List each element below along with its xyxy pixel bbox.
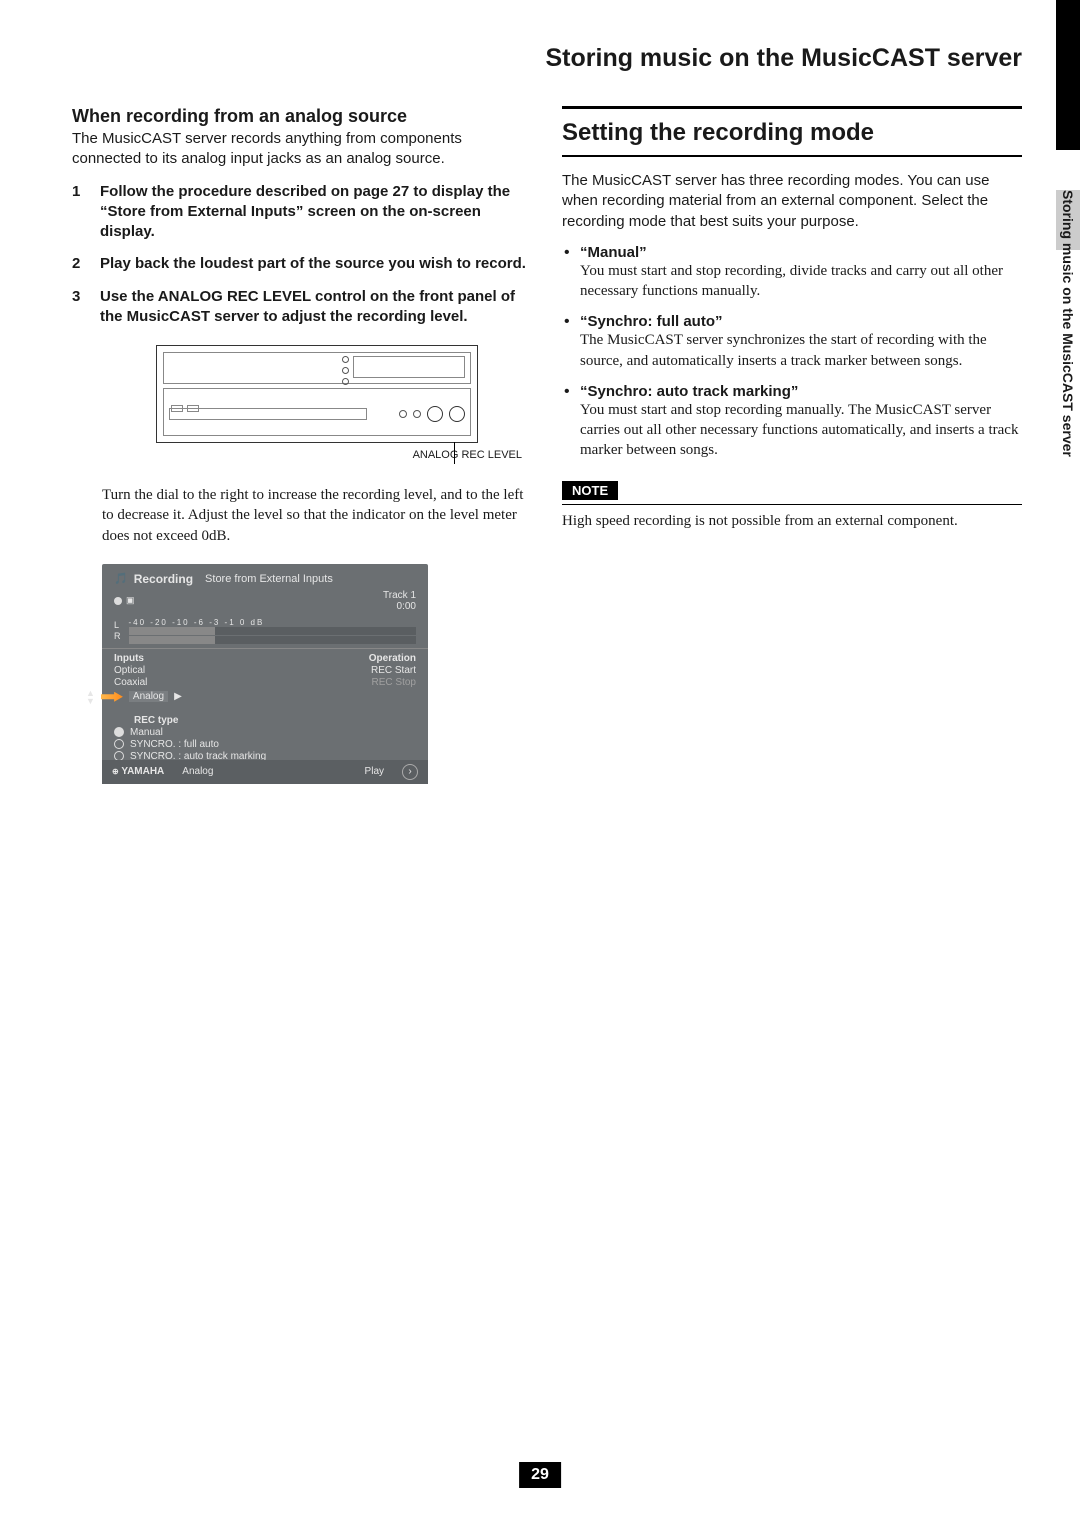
- osd-input-optical: Optical: [114, 665, 182, 676]
- osd-right-chevron-icon: ▶: [174, 691, 182, 702]
- note-body: High speed recording is not possible fro…: [562, 511, 1022, 531]
- osd-meter-bar: [129, 636, 417, 644]
- mode-name: “Synchro: full auto”: [580, 313, 1022, 330]
- osd-screenshot: 🎵 Recording Store from External Inputs ▣…: [102, 564, 428, 784]
- side-tab-black: [1056, 0, 1080, 150]
- osd-cd-icon: ▣: [126, 595, 135, 606]
- osd-meter-bar: [129, 627, 417, 635]
- mode-name: “Synchro: auto track marking”: [580, 383, 1022, 400]
- osd-bottom-state: Play: [365, 766, 384, 777]
- osd-title: Recording: [134, 572, 193, 586]
- note-rule: [562, 504, 1022, 505]
- osd-time: 0:00: [383, 601, 416, 612]
- osd-arrow-right-icon: [101, 692, 123, 702]
- osd-meter-marks: -40 -20 -10 -6 -3 -1 0 dB: [129, 618, 417, 627]
- after-figure-text: Turn the dial to the right to increase t…: [72, 485, 532, 546]
- osd-bottom-input: Analog: [182, 766, 213, 777]
- pointer-line-icon: [454, 442, 455, 464]
- step-1: Follow the procedure described on page 2…: [72, 182, 532, 243]
- radio-icon: [114, 727, 124, 737]
- mode-synchro-full-auto: “Synchro: full auto” The MusicCAST serve…: [562, 313, 1022, 371]
- osd-input-coaxial: Coaxial: [114, 677, 182, 688]
- osd-operation-header: Operation: [369, 653, 416, 664]
- content-columns: When recording from an analog source The…: [72, 106, 1022, 784]
- osd-input-analog: Analog: [129, 691, 168, 702]
- left-column: When recording from an analog source The…: [72, 106, 532, 784]
- radio-icon: [114, 739, 124, 749]
- left-heading: When recording from an analog source: [72, 106, 532, 127]
- osd-op-recstart: REC Start: [369, 665, 416, 676]
- osd-meter-l: L: [114, 620, 121, 630]
- device-front-panel: [156, 345, 478, 443]
- left-intro: The MusicCAST server records anything fr…: [72, 129, 532, 170]
- side-tab-label: Storing music on the MusicCAST server: [1060, 190, 1076, 457]
- mode-manual: “Manual” You must start and stop recordi…: [562, 244, 1022, 302]
- note-badge: NOTE: [562, 481, 618, 500]
- osd-subtitle: Store from External Inputs: [205, 573, 333, 585]
- mode-synchro-auto-track: “Synchro: auto track marking” You must s…: [562, 383, 1022, 461]
- osd-rectype-fullauto: SYNCRO. : full auto: [130, 739, 219, 750]
- modes-list: “Manual” You must start and stop recordi…: [562, 244, 1022, 461]
- right-column: Setting the recording mode The MusicCAST…: [562, 106, 1022, 784]
- step-3: Use the ANALOG REC LEVEL control on the …: [72, 287, 532, 328]
- figure-caption: ANALOG REC LEVEL: [102, 449, 522, 461]
- panel-button-icon: [399, 410, 407, 418]
- device-figure: ANALOG REC LEVEL: [72, 345, 532, 461]
- mode-name: “Manual”: [580, 244, 1022, 261]
- page-title: Storing music on the MusicCAST server: [72, 44, 1022, 73]
- osd-track-label: Track 1: [383, 590, 416, 601]
- mode-desc: The MusicCAST server synchronizes the st…: [580, 330, 1022, 371]
- osd-inputs-header: Inputs: [114, 653, 182, 664]
- analog-rec-level-knob-icon: [427, 406, 443, 422]
- section-title: Setting the recording mode: [562, 106, 1022, 157]
- manual-page: Storing music on the MusicCAST server St…: [0, 0, 1080, 1528]
- panel-knob-icon: [449, 406, 465, 422]
- osd-brand: ⊕ YAMAHA: [112, 766, 164, 777]
- page-number: 29: [519, 1462, 561, 1488]
- osd-rec-dot-icon: [114, 597, 122, 605]
- panel-button-icon: [413, 410, 421, 418]
- osd-rec-icon: 🎵: [114, 572, 128, 585]
- mode-desc: You must start and stop recording, divid…: [580, 261, 1022, 302]
- step-2: Play back the loudest part of the source…: [72, 254, 532, 274]
- osd-op-recstop: REC Stop: [369, 677, 416, 688]
- osd-updown-icon: ▲▼: [86, 689, 95, 705]
- osd-meter-r: R: [114, 631, 121, 641]
- steps-list: Follow the procedure described on page 2…: [72, 182, 532, 328]
- mode-desc: You must start and stop recording manual…: [580, 400, 1022, 461]
- osd-rectype-header: REC type: [134, 715, 416, 726]
- osd-rectype-manual: Manual: [130, 727, 163, 738]
- right-intro: The MusicCAST server has three recording…: [562, 171, 1022, 232]
- osd-play-icon: ›: [402, 764, 418, 780]
